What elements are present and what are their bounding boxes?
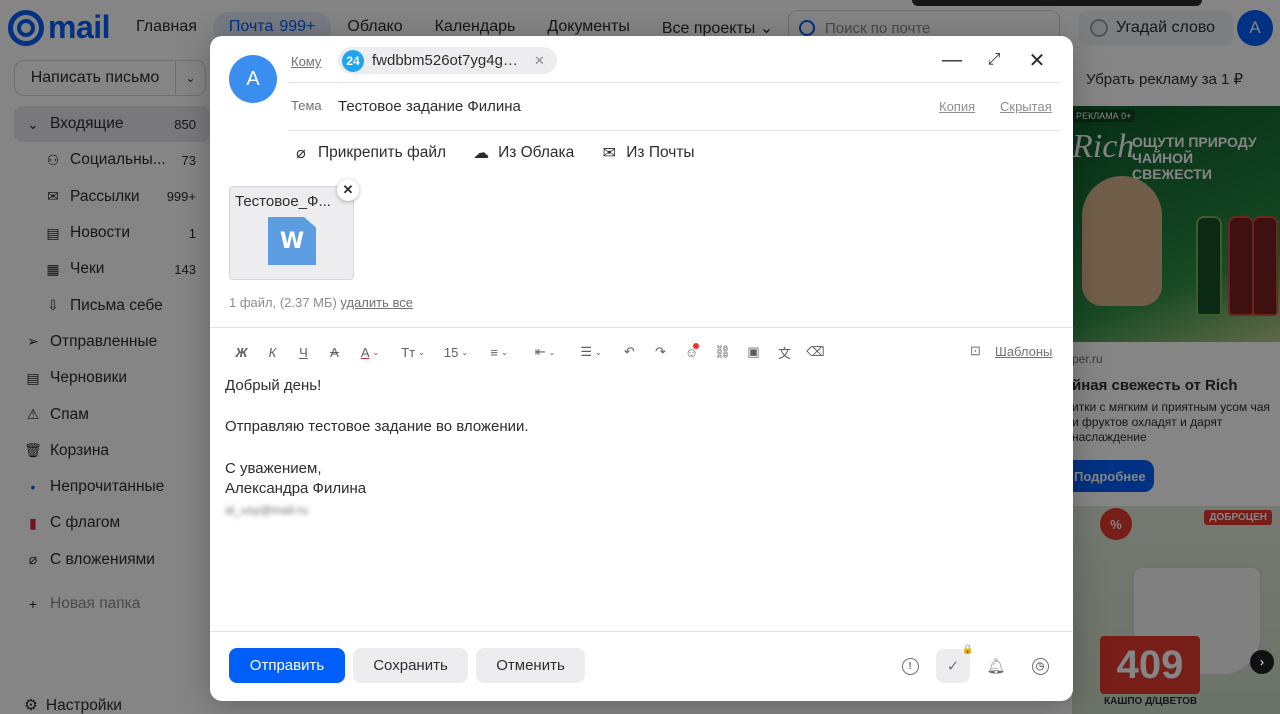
text-color-button[interactable]: A ⌄: [350, 345, 390, 360]
delete-all-link[interactable]: удалить все: [340, 295, 413, 310]
word-doc-icon: W: [268, 217, 316, 265]
save-button[interactable]: Сохранить: [353, 648, 468, 683]
cloud-icon: ☁: [473, 145, 490, 162]
lock-icon: 🔒: [962, 644, 974, 654]
strikethrough-button[interactable]: A: [319, 345, 350, 360]
indent-icon: ⇤: [534, 344, 546, 359]
body-blank-line: [225, 438, 529, 459]
translate-icon[interactable]: 文: [769, 343, 800, 362]
text-color-label: A: [360, 344, 370, 360]
envelope-icon: ✉: [602, 145, 616, 162]
emoji-icon: ☺: [684, 342, 700, 360]
priority-button[interactable]: !: [900, 656, 920, 676]
attach-file-label: Прикрепить файл: [318, 144, 447, 161]
link-icon[interactable]: ⛓: [707, 344, 738, 360]
schedule-button[interactable]: ◷: [1030, 656, 1050, 676]
word-doc-letter: W: [279, 228, 305, 254]
reminder-button[interactable]: 🔔︎: [986, 656, 1006, 676]
attachment-card[interactable]: Тестовое_Ф... W: [229, 186, 354, 280]
body-regards: С уважением,: [225, 459, 322, 477]
subject-field[interactable]: Тестовое задание Филина: [338, 98, 521, 115]
cc-link[interactable]: Копия: [939, 99, 975, 114]
numbered-list-icon: ☰: [580, 344, 592, 359]
minimize-icon[interactable]: —: [938, 46, 966, 74]
subject-label: Тема: [291, 98, 322, 113]
compose-dialog: A Кому 24 fwdbbm526ot7yg4g… ✕ — ⤢ ✕ Тема…: [210, 36, 1073, 701]
font-size-select[interactable]: 15 ⌄: [436, 345, 476, 360]
to-label[interactable]: Кому: [291, 54, 321, 69]
font-label: Tт: [401, 344, 416, 360]
templates-label: Шаблоны: [994, 343, 1053, 359]
divider: [288, 82, 1060, 83]
bold-button[interactable]: Ж: [226, 345, 257, 360]
body-blank-line: [225, 397, 529, 418]
align-button[interactable]: ≡ ⌄: [476, 345, 522, 360]
clear-format-icon[interactable]: ⌫: [800, 344, 831, 360]
chevron-down-icon: ⌄: [418, 347, 425, 357]
divider: [210, 631, 1073, 632]
chevron-down-icon: ⌄: [500, 347, 508, 357]
body-greeting: Добрый день!: [225, 377, 322, 394]
from-cloud-button[interactable]: ☁ Из Облака: [472, 143, 574, 163]
format-toolbar: Ж К Ч A A ⌄ Tт ⌄ 15 ⌄ ≡ ⌄ ⇤ ⌄ ☰ ⌄ ↶ ↷ ☺ ⛓ ▣ 文 …: [226, 341, 831, 363]
indent-button[interactable]: ⇤ ⌄: [522, 344, 568, 360]
chevron-down-icon: ⌄: [461, 347, 469, 357]
font-size-value: 15: [443, 344, 459, 360]
list-button[interactable]: ☰ ⌄: [568, 344, 614, 360]
check-shield-icon: ✓: [946, 658, 960, 675]
chevron-down-icon: ⌄: [372, 347, 380, 357]
body-signature-name: Александра Филина: [225, 480, 367, 498]
attach-toolbar: ⌀ Прикрепить файл ☁ Из Облака ✉ Из Почты: [292, 143, 695, 163]
remove-attachment-icon[interactable]: ✕: [337, 179, 359, 201]
attachment-size: 1 файл, (2.37 МБ): [229, 295, 337, 310]
sender-avatar[interactable]: A: [229, 55, 277, 103]
body-signature-email: al_usy@mail.ru: [225, 503, 308, 518]
divider: [210, 327, 1073, 328]
underline-button[interactable]: Ч: [288, 345, 319, 360]
attach-file-button[interactable]: ⌀ Прикрепить файл: [292, 143, 446, 163]
paperclip-icon: ⌀: [296, 145, 306, 162]
from-mail-label: Из Почты: [626, 144, 695, 161]
chevron-down-icon: ⌄: [594, 347, 602, 357]
redo-icon[interactable]: ↷: [645, 344, 676, 360]
important-icon: !: [901, 657, 919, 675]
recipient-address: fwdbbm526ot7yg4g…: [372, 52, 518, 69]
recipient-chip[interactable]: 24 fwdbbm526ot7yg4g… ✕: [338, 47, 557, 74]
emoji-button[interactable]: ☺: [676, 342, 707, 360]
attachment-summary: 1 файл, (2.37 МБ) удалить все: [229, 295, 413, 310]
chevron-down-icon: ⌄: [548, 347, 556, 357]
italic-button[interactable]: К: [257, 345, 288, 360]
divider: [288, 130, 1060, 131]
bcc-link[interactable]: Скрытая: [1000, 99, 1052, 114]
cancel-button[interactable]: Отменить: [476, 648, 585, 683]
templates-icon: ⊡: [970, 343, 981, 358]
templates-button[interactable]: ⊡ Шаблоны: [970, 343, 1052, 359]
from-mail-button[interactable]: ✉ Из Почты: [600, 143, 695, 163]
expand-icon[interactable]: ⤢: [980, 46, 1008, 74]
body-line: Отправляю тестовое задание во вложении.: [225, 418, 529, 436]
send-button[interactable]: Отправить: [229, 648, 345, 683]
image-icon[interactable]: ▣: [738, 344, 769, 360]
font-button[interactable]: Tт ⌄: [390, 345, 436, 360]
attachment-name: Тестовое_Ф...: [235, 193, 331, 210]
message-body-editor[interactable]: Добрый день! Отправляю тестовое задание …: [225, 376, 529, 521]
bell-icon: 🔔︎: [986, 658, 1006, 675]
close-icon[interactable]: ✕: [534, 53, 545, 69]
close-icon[interactable]: ✕: [1023, 46, 1051, 74]
chevron-right-icon[interactable]: ›: [1250, 650, 1274, 674]
recipient-avatar: 24: [342, 49, 364, 72]
undo-icon[interactable]: ↶: [614, 344, 645, 360]
clock-icon: ◷: [1031, 657, 1049, 675]
from-cloud-label: Из Облака: [498, 144, 575, 161]
align-icon: ≡: [490, 344, 498, 360]
